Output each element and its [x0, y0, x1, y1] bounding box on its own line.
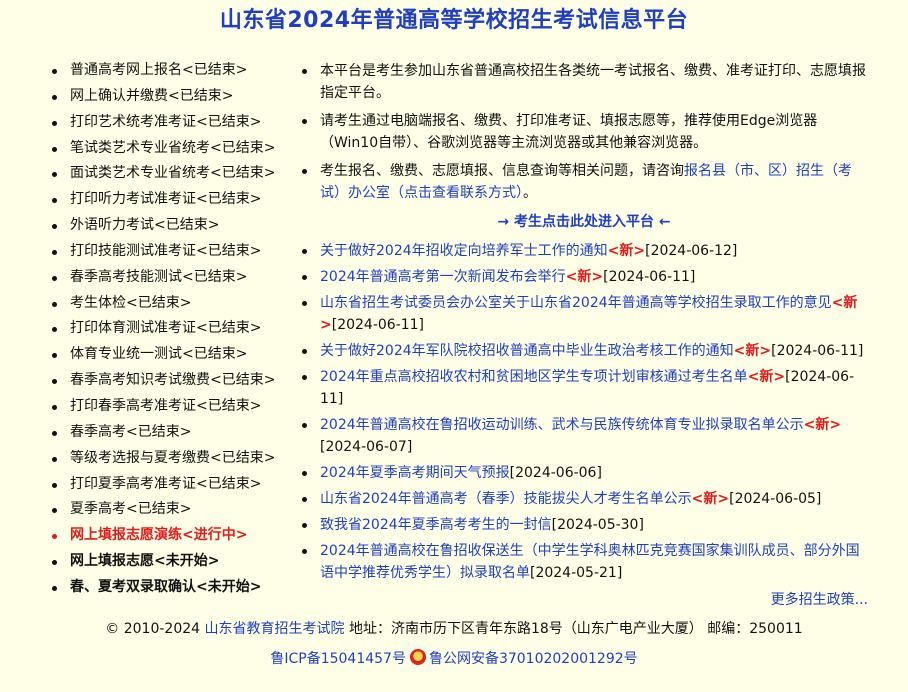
news-item: 关于做好2024年招收定向培养军士工作的通知<新>[2024-06-12]	[300, 240, 868, 262]
news-date: [2024-06-07]	[320, 439, 413, 455]
menu-item[interactable]: 网上确认并缴费<已结束>	[50, 84, 295, 110]
menu-item[interactable]: 等级考选报与夏考缴费<已结束>	[50, 446, 295, 472]
menu-item[interactable]: 网上填报志愿<未开始>	[50, 549, 295, 575]
menu-item-label: 面试类艺术专业省统考<已结束>	[70, 165, 276, 182]
news-item: 2024年普通高校在鲁招收保送生（中学生学科奥林匹克竞赛国家集训队成员、部分外国…	[300, 540, 868, 584]
news-title-link[interactable]: 山东省招生考试委员会办公室关于山东省2024年普通高等学校招生录取工作的意见	[320, 295, 832, 311]
news-date: [2024-06-12]	[645, 243, 738, 259]
right-panel: 本平台是考生参加山东省普通高校招生各类统一考试报名、缴费、准考证打印、志愿填报指…	[300, 60, 868, 610]
news-list: 关于做好2024年招收定向培养军士工作的通知<新>[2024-06-12] 202…	[300, 240, 868, 584]
news-item: 2024年重点高校招收农村和贫困地区学生专项计划审核通过考生名单<新>[2024…	[300, 366, 868, 410]
notice-platform: 本平台是考生参加山东省普通高校招生各类统一考试报名、缴费、准考证打印、志愿填报指…	[300, 60, 868, 104]
menu-item-label: 网上确认并缴费<已结束>	[70, 87, 234, 104]
menu-item-label: 春、夏考双录取确认<未开始>	[70, 578, 262, 595]
notice-browser: 请考生通过电脑端报名、缴费、打印准考证、填报志愿等，推荐使用Edge浏览器（Wi…	[300, 110, 868, 154]
menu-item-label: 春季高考知识考试缴费<已结束>	[70, 372, 276, 389]
news-date: [2024-05-21]	[530, 565, 623, 581]
menu-item-label: 春季高考技能测试<已结束>	[70, 268, 248, 285]
menu-item[interactable]: 面试类艺术专业省统考<已结束>	[50, 161, 295, 187]
page-title: 山东省2024年普通高等学校招生考试信息平台	[219, 8, 689, 33]
new-tag: <新>	[733, 343, 772, 359]
new-tag: <新>	[803, 417, 842, 433]
menu-item[interactable]: 打印春季高考准考证<已结束>	[50, 394, 295, 420]
enter-platform-link[interactable]: → 考生点击此处进入平台 ←	[300, 212, 868, 232]
menu-item-label: 打印听力考试准考证<已结束>	[70, 191, 262, 208]
menu-item-label: 笔试类艺术专业省统考<已结束>	[70, 139, 276, 156]
menu-item-label: 打印春季高考准考证<已结束>	[70, 397, 262, 414]
menu-item-label: 网上填报志愿<未开始>	[70, 553, 220, 570]
news-title-link[interactable]: 致我省2024年夏季高考考生的一封信	[320, 517, 552, 533]
new-tag: <新>	[607, 243, 646, 259]
news-title-link[interactable]: 关于做好2024年招收定向培养军士工作的通知	[320, 243, 608, 259]
new-tag: <新>	[747, 369, 786, 385]
news-date: [2024-05-30]	[551, 517, 644, 533]
menu-item-label: 打印体育测试准考证<已结束>	[70, 320, 262, 337]
menu-item-label: 打印艺术统考准考证<已结束>	[70, 113, 262, 130]
address-text: 地址：济南市历下区青年东路18号（山东广电产业大厦） 邮编：250011	[348, 621, 803, 637]
menu-item[interactable]: 打印技能测试准考证<已结束>	[50, 239, 295, 265]
menu-item[interactable]: 外语听力考试<已结束>	[50, 213, 295, 239]
news-title-link[interactable]: 2024年重点高校招收农村和贫困地区学生专项计划审核通过考生名单	[320, 369, 748, 385]
news-date: [2024-06-11]	[331, 317, 425, 333]
menu-item[interactable]: 春、夏考双录取确认<未开始>	[50, 575, 295, 601]
menu-item[interactable]: 春季高考<已结束>	[50, 420, 295, 446]
news-date: [2024-06-11]	[603, 269, 696, 285]
menu-item[interactable]: 考生体检<已结束>	[50, 291, 295, 317]
menu-item[interactable]: 笔试类艺术专业省统考<已结束>	[50, 136, 295, 162]
police-badge-icon	[409, 649, 426, 665]
left-menu: 普通高考网上报名<已结束> 网上确认并缴费<已结束> 打印艺术统考准考证<已结束> 笔…	[50, 58, 295, 601]
footer-address: © 2010-2024 山东省教育招生考试院 地址：济南市历下区青年东路18号（…	[0, 619, 908, 639]
news-title-link[interactable]: 关于做好2024年军队院校招收普通高中毕业生政治考核工作的通知	[320, 343, 734, 359]
menu-item-label: 考生体检<已结束>	[70, 294, 192, 311]
menu-item-label: 等级考选报与夏考缴费<已结束>	[70, 449, 276, 466]
notice-contact-prefix: 考生报名、缴费、志愿填报、信息查询等相关问题，请咨询	[320, 163, 684, 179]
menu-item[interactable]: 打印体育测试准考证<已结束>	[50, 316, 295, 342]
menu-item-label: 夏季高考<已结束>	[70, 501, 192, 518]
news-title-link[interactable]: 2024年夏季高考期间天气预报	[320, 465, 510, 481]
menu-item[interactable]: 网上填报志愿演练<进行中>	[50, 523, 295, 549]
menu-item-label: 外语听力考试<已结束>	[70, 217, 220, 234]
news-date: [2024-06-05]	[729, 491, 822, 507]
news-item: 山东省2024年普通高考（春季）技能拔尖人才考生名单公示<新>[2024-06-…	[300, 488, 868, 510]
copyright: © 2010-2024	[105, 621, 201, 637]
news-date: [2024-06-06]	[509, 465, 602, 481]
notice-browser-text: 请考生通过电脑端报名、缴费、打印准考证、填报志愿等，推荐使用Edge浏览器（Wi…	[320, 113, 818, 151]
menu-item[interactable]: 普通高考网上报名<已结束>	[50, 58, 295, 84]
menu-item[interactable]: 打印夏季高考准考证<已结束>	[50, 472, 295, 498]
footer-registration: 鲁ICP备15041457号 鲁公网安备37010202001292号	[0, 648, 908, 670]
menu-item[interactable]: 打印听力考试准考证<已结束>	[50, 187, 295, 213]
news-date: [2024-06-11]	[771, 343, 864, 359]
menu-item-label: 普通高考网上报名<已结束>	[70, 62, 248, 78]
more-policies-link[interactable]: 更多招生政策...	[771, 592, 868, 608]
icp-link[interactable]: 鲁ICP备15041457号	[270, 651, 406, 667]
notice-contact-suffix: 。	[523, 185, 537, 201]
menu-item-label: 春季高考<已结束>	[70, 423, 192, 440]
menu-item[interactable]: 夏季高考<已结束>	[50, 497, 295, 523]
org-link[interactable]: 山东省教育招生考试院	[205, 621, 345, 637]
new-tag: <新>	[565, 269, 604, 285]
new-tag: <新>	[691, 491, 730, 507]
menu-item[interactable]: 体育专业统一测试<已结束>	[50, 342, 295, 368]
news-title-link[interactable]: 2024年普通高考第一次新闻发布会举行	[320, 269, 566, 285]
news-item: 2024年普通高考第一次新闻发布会举行<新>[2024-06-11]	[300, 266, 868, 288]
news-item: 山东省招生考试委员会办公室关于山东省2024年普通高等学校招生录取工作的意见<新…	[300, 292, 868, 336]
menu-item[interactable]: 春季高考知识考试缴费<已结束>	[50, 368, 295, 394]
news-item: 关于做好2024年军队院校招收普通高中毕业生政治考核工作的通知<新>[2024-…	[300, 340, 868, 362]
news-item: 致我省2024年夏季高考考生的一封信[2024-05-30]	[300, 514, 868, 536]
menu-item-label: 打印技能测试准考证<已结束>	[70, 242, 262, 259]
news-item: 2024年夏季高考期间天气预报[2024-06-06]	[300, 462, 868, 484]
police-link[interactable]: 鲁公网安备37010202001292号	[429, 651, 638, 667]
notice-contact: 考生报名、缴费、志愿填报、信息查询等相关问题，请咨询报名县（市、区）招生（考试）…	[300, 160, 868, 204]
notice-platform-text: 本平台是考生参加山东省普通高校招生各类统一考试报名、缴费、准考证打印、志愿填报指…	[320, 63, 866, 101]
menu-item-label: 网上填报志愿演练<进行中>	[70, 527, 248, 544]
news-item: 2024年普通高校在鲁招收运动训练、武术与民族传统体育专业拟录取名单公示<新> […	[300, 414, 868, 458]
menu-item[interactable]: 打印艺术统考准考证<已结束>	[50, 110, 295, 136]
news-title-link[interactable]: 2024年普通高校在鲁招收运动训练、武术与民族传统体育专业拟录取名单公示	[320, 417, 804, 433]
menu-item-label: 体育专业统一测试<已结束>	[70, 346, 248, 363]
menu-item[interactable]: 春季高考技能测试<已结束>	[50, 265, 295, 291]
news-title-link[interactable]: 山东省2024年普通高考（春季）技能拔尖人才考生名单公示	[320, 491, 692, 507]
menu-item-label: 打印夏季高考准考证<已结束>	[70, 475, 262, 492]
